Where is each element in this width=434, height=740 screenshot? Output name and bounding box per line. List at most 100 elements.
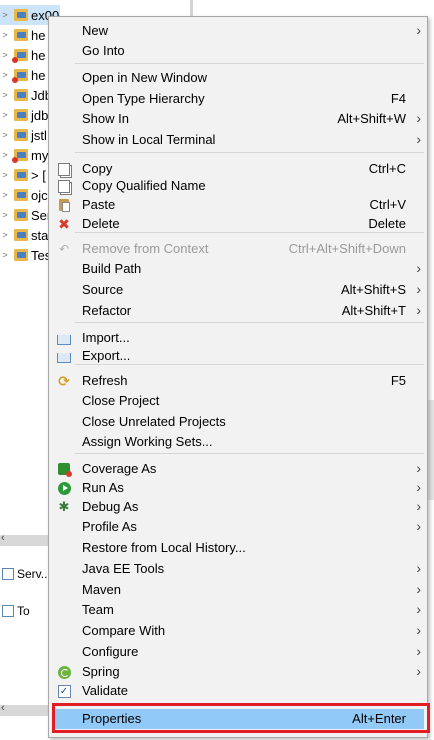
menu-item-label: Debug As bbox=[82, 499, 139, 514]
menu-item-label: Maven bbox=[82, 582, 122, 597]
refresh-icon: ⟳ bbox=[58, 372, 70, 389]
expand-chevron-icon[interactable]: > bbox=[0, 70, 10, 80]
expand-chevron-icon[interactable]: > bbox=[0, 230, 10, 240]
expand-chevron-icon[interactable]: > bbox=[0, 110, 10, 120]
menu-item-label: Copy bbox=[82, 161, 113, 176]
menu-item-debug-as[interactable]: ✱ Debug As › bbox=[52, 497, 424, 517]
menu-item-label: Source bbox=[82, 282, 124, 297]
collapse-icon[interactable]: ‹ bbox=[1, 532, 5, 544]
debug-icon: ✱ bbox=[58, 499, 70, 514]
menu-separator bbox=[75, 152, 424, 153]
expand-chevron-icon[interactable]: > bbox=[0, 190, 10, 200]
menu-item-source[interactable]: Source Alt+Shift+S › bbox=[52, 280, 424, 300]
menu-item-java-ee-tools[interactable]: Java EE Tools › bbox=[52, 559, 424, 579]
copy-qualified-icon bbox=[57, 179, 71, 193]
menu-item-label: Spring bbox=[82, 664, 120, 679]
menu-item-delete[interactable]: ✖ Delete Delete bbox=[52, 214, 424, 234]
project-icon bbox=[14, 229, 28, 241]
menu-item-shortcut: F4 bbox=[390, 91, 406, 106]
menu-item-validate[interactable]: ✓ Validate bbox=[52, 681, 424, 701]
submenu-arrow-icon: › bbox=[416, 302, 421, 318]
copy-icon bbox=[57, 162, 71, 176]
expand-chevron-icon[interactable]: > bbox=[0, 10, 10, 20]
expand-chevron-icon[interactable]: > bbox=[0, 30, 10, 40]
project-label: jdb bbox=[31, 107, 49, 123]
menu-item-assign-working-sets[interactable]: Assign Working Sets... bbox=[52, 432, 424, 452]
menu-item-refactor[interactable]: Refactor Alt+Shift+T › bbox=[52, 301, 424, 321]
menu-item-shortcut: F5 bbox=[390, 373, 406, 388]
menu-item-shortcut: Ctrl+Alt+Shift+Down bbox=[288, 241, 406, 256]
expand-chevron-icon[interactable]: > bbox=[0, 90, 10, 100]
expand-chevron-icon[interactable]: > bbox=[0, 150, 10, 160]
menu-item-label: Open in New Window bbox=[82, 70, 207, 85]
expand-chevron-icon[interactable]: > bbox=[0, 130, 10, 140]
menu-item-restore-from-local-history[interactable]: Restore from Local History... bbox=[52, 538, 424, 558]
project-icon bbox=[14, 109, 28, 121]
submenu-arrow-icon: › bbox=[416, 460, 421, 476]
menu-item-label: Copy Qualified Name bbox=[82, 178, 206, 193]
menu-item-profile-as[interactable]: Profile As › bbox=[52, 517, 424, 537]
submenu-arrow-icon: › bbox=[416, 622, 421, 638]
menu-separator bbox=[75, 453, 424, 454]
menu-item-label: Close Project bbox=[82, 393, 160, 408]
project-label: > [ bbox=[31, 167, 46, 183]
menu-item-label: Export... bbox=[82, 348, 131, 363]
submenu-arrow-icon: › bbox=[416, 260, 421, 276]
menu-item-label: Java EE Tools bbox=[82, 561, 165, 576]
menu-item-label: Profile As bbox=[82, 519, 137, 534]
project-label: my bbox=[31, 147, 49, 163]
menu-item-open-type-hierarchy[interactable]: Open Type Hierarchy F4 bbox=[52, 89, 424, 109]
delete-icon: ✖ bbox=[58, 215, 70, 232]
menu-item-label: Coverage As bbox=[82, 461, 157, 476]
menu-item-team[interactable]: Team › bbox=[52, 600, 424, 620]
menu-item-go-into[interactable]: Go Into bbox=[52, 41, 424, 61]
expand-chevron-icon[interactable]: > bbox=[0, 50, 10, 60]
menu-item-label: Remove from Context bbox=[82, 241, 209, 256]
menu-item-label: Open Type Hierarchy bbox=[82, 91, 205, 106]
menu-item-shortcut: Delete bbox=[368, 216, 406, 231]
menu-item-show-in-local-terminal[interactable]: Show in Local Terminal › bbox=[52, 130, 424, 150]
menu-item-export[interactable]: Export... bbox=[52, 346, 424, 366]
tasks-icon bbox=[2, 605, 14, 617]
menu-item-maven[interactable]: Maven › bbox=[52, 580, 424, 600]
menu-item-label: Refactor bbox=[82, 303, 132, 318]
menu-item-paste[interactable]: Paste Ctrl+V bbox=[52, 195, 424, 215]
menu-item-new[interactable]: New › bbox=[52, 21, 424, 41]
menu-item-label: Delete bbox=[82, 216, 120, 231]
submenu-arrow-icon: › bbox=[416, 643, 421, 659]
menu-item-open-in-new-window[interactable]: Open in New Window bbox=[52, 68, 424, 88]
menu-item-coverage-as[interactable]: Coverage As › bbox=[52, 459, 424, 479]
run-icon bbox=[57, 481, 71, 495]
project-icon bbox=[14, 169, 28, 181]
menu-item-shortcut: Alt+Shift+S bbox=[340, 282, 406, 297]
menu-item-run-as[interactable]: Run As › bbox=[52, 478, 424, 498]
submenu-arrow-icon: › bbox=[416, 479, 421, 495]
menu-item-configure[interactable]: Configure › bbox=[52, 642, 424, 662]
expand-chevron-icon[interactable]: > bbox=[0, 170, 10, 180]
collapse-icon[interactable]: ‹ bbox=[1, 702, 5, 714]
project-icon bbox=[12, 69, 28, 83]
paste-icon bbox=[57, 198, 71, 212]
menu-item-label: Show in Local Terminal bbox=[82, 132, 216, 147]
menu-item-close-unrelated-projects[interactable]: Close Unrelated Projects bbox=[52, 412, 424, 432]
validate-icon: ✓ bbox=[57, 684, 71, 698]
menu-item-close-project[interactable]: Close Project bbox=[52, 391, 424, 411]
menu-item-import[interactable]: Import... bbox=[52, 328, 424, 348]
menu-item-compare-with[interactable]: Compare With › bbox=[52, 621, 424, 641]
submenu-arrow-icon: › bbox=[416, 110, 421, 126]
menu-item-build-path[interactable]: Build Path › bbox=[52, 259, 424, 279]
menu-item-copy-qualified-name[interactable]: Copy Qualified Name bbox=[52, 176, 424, 196]
project-icon bbox=[14, 129, 28, 141]
project-icon bbox=[14, 29, 28, 41]
menu-item-label: Configure bbox=[82, 644, 139, 659]
project-label: sta bbox=[31, 227, 49, 243]
expand-chevron-icon[interactable]: > bbox=[0, 250, 10, 260]
menu-item-label: New bbox=[82, 23, 109, 38]
menu-item-show-in[interactable]: Show In Alt+Shift+W › bbox=[52, 109, 424, 129]
menu-item-spring[interactable]: Spring › bbox=[52, 662, 424, 682]
export-icon bbox=[57, 349, 71, 363]
expand-chevron-icon[interactable]: > bbox=[0, 210, 10, 220]
servers-icon bbox=[2, 568, 14, 580]
menu-item-refresh[interactable]: ⟳ Refresh F5 bbox=[52, 371, 424, 391]
submenu-arrow-icon: › bbox=[416, 663, 421, 679]
